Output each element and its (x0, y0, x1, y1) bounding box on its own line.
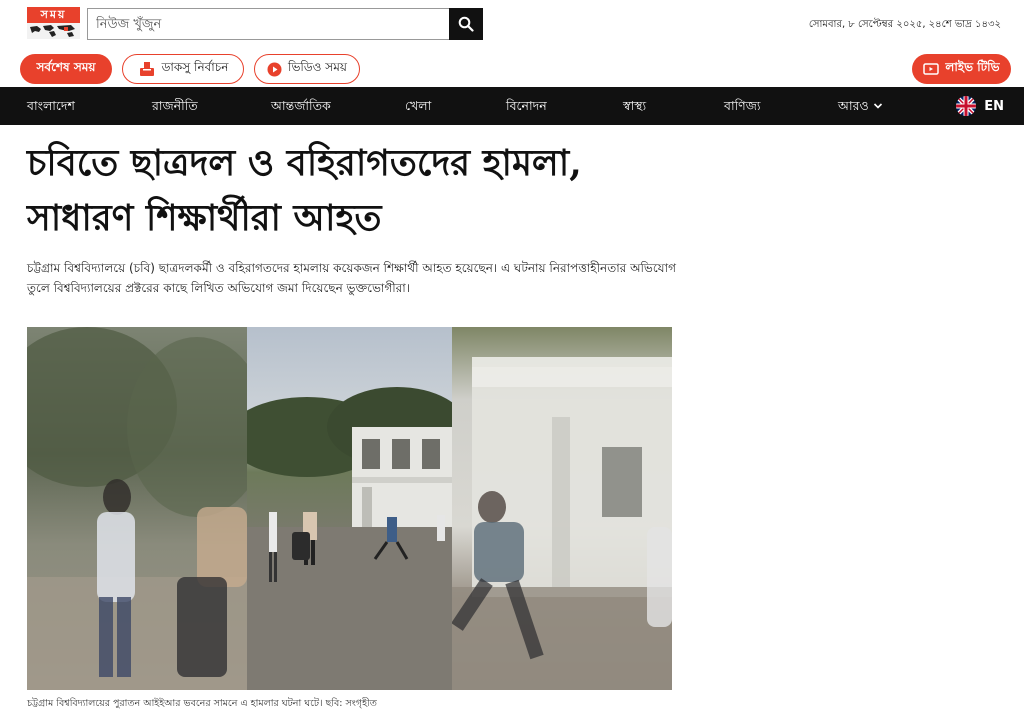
photo-panel-middle-art (247, 387, 452, 690)
nav-item-health[interactable]: স্বাস্থ্য (623, 87, 646, 125)
logo-text: সময় (27, 7, 80, 23)
language-label: EN (984, 98, 1004, 114)
photo-panel-right-art (452, 357, 672, 690)
article-headline: চবিতে ছাত্রদল ও বহিরাগতদের হামলা, সাধারণ… (27, 136, 687, 246)
photo-panel-middle (247, 327, 452, 690)
top-bar: সময় সোমবার, ৮ সেপ্টেম্বর ২০২৫, ২৪শে ভাদ… (0, 0, 1024, 48)
article-lead: চট্টগ্রাম বিশ্ববিদ্যালয়ে (চবি) ছাত্রদলক… (27, 261, 676, 295)
nav-item-more[interactable]: আরও (838, 87, 883, 125)
search-icon (458, 16, 474, 32)
ducsu-election-label: ডাকসু নির্বাচন (161, 60, 229, 74)
search-box (87, 8, 483, 40)
nav-item-more-label: আরও (838, 98, 869, 113)
ballot-box-icon (139, 62, 154, 76)
play-circle-icon (267, 62, 282, 76)
photo-panel-right (452, 327, 672, 690)
nav-item-politics[interactable]: রাজনীতি (152, 87, 198, 125)
video-label: ভিডিও সময় (288, 60, 347, 74)
header-date: সোমবার, ৮ সেপ্টেম্বর ২০২৫, ২৪শে ভাদ্র ১৪… (808, 19, 1001, 30)
nav-item-international[interactable]: আন্তর্জাতিক (271, 87, 331, 125)
article-photo[interactable] (27, 327, 672, 690)
nav-item-entertainment[interactable]: বিনোদন (506, 87, 547, 125)
search-button[interactable] (449, 8, 483, 40)
uk-flag-icon (956, 96, 977, 116)
nav-item-business[interactable]: বাণিজ্য (724, 87, 761, 125)
live-tv-label: লাইভ টিভি (945, 60, 1000, 74)
video-button[interactable]: ভিডিও সময় (254, 54, 360, 84)
photo-panel-left (27, 327, 247, 690)
live-tv-button[interactable]: লাইভ টিভি (912, 54, 1011, 84)
ducsu-election-button[interactable]: ডাকসু নির্বাচন (122, 54, 244, 84)
search-input[interactable] (88, 9, 449, 39)
photo-caption: চট্টগ্রাম বিশ্ববিদ্যালয়ের পুরাতন আইইআর … (27, 698, 377, 709)
chevron-down-icon (873, 103, 882, 109)
latest-news-label: সর্বশেষ সময় (36, 60, 96, 74)
headline-line-2: সাধারণ শিক্ষার্থীরা আহত (27, 197, 382, 239)
headline-line-1: চবিতে ছাত্রদল ও বহিরাগতদের হামলা, (27, 142, 582, 184)
latest-news-button[interactable]: সর্বশেষ সময় (20, 54, 112, 84)
site-logo[interactable]: সময় (27, 7, 80, 39)
main-nav: বাংলাদেশ রাজনীতি আন্তর্জাতিক খেলা বিনোদন… (0, 87, 1024, 125)
logo-map (27, 23, 80, 39)
nav-item-bangladesh[interactable]: বাংলাদেশ (27, 87, 75, 125)
tv-icon (923, 63, 940, 75)
photo-panel-left-art (27, 327, 247, 690)
language-switch[interactable]: EN (956, 87, 1004, 125)
nav-item-sports[interactable]: খেলা (405, 87, 431, 125)
